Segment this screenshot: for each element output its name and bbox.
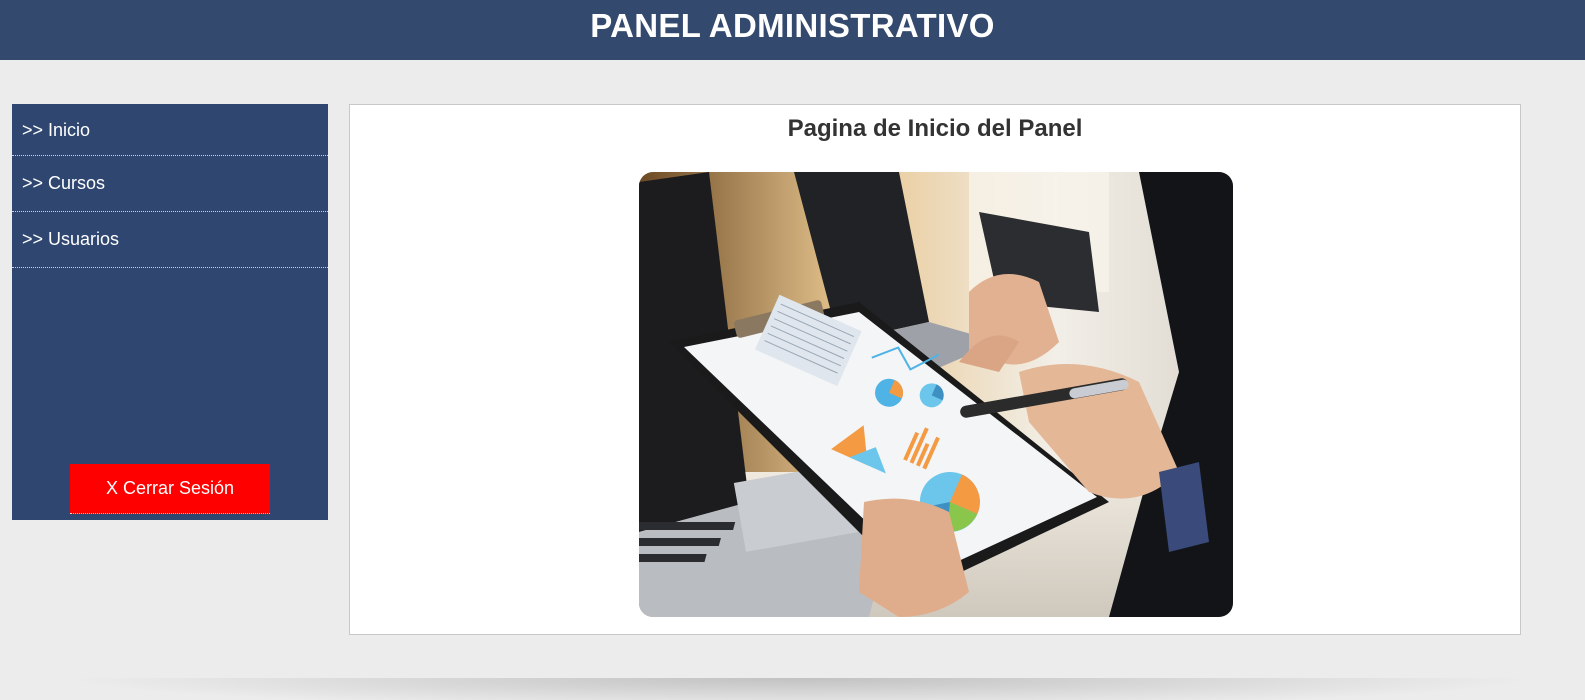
top-header: PANEL ADMINISTRATIVO: [0, 0, 1585, 60]
business-analysis-photo: [639, 172, 1233, 617]
app-title: PANEL ADMINISTRATIVO: [590, 7, 995, 44]
sidebar-item-inicio[interactable]: >> Inicio: [12, 104, 328, 156]
page-bottom-shadow: [60, 678, 1540, 700]
main-content-panel: Pagina de Inicio del Panel: [349, 104, 1521, 635]
logout-button[interactable]: X Cerrar Sesión: [70, 464, 270, 514]
page-title: Pagina de Inicio del Panel: [787, 115, 1083, 142]
sidebar-item-cursos[interactable]: >> Cursos: [12, 156, 328, 212]
sidebar: >> Inicio >> Cursos >> Usuarios X Cerrar…: [12, 104, 328, 520]
sidebar-item-usuarios[interactable]: >> Usuarios: [12, 212, 328, 268]
